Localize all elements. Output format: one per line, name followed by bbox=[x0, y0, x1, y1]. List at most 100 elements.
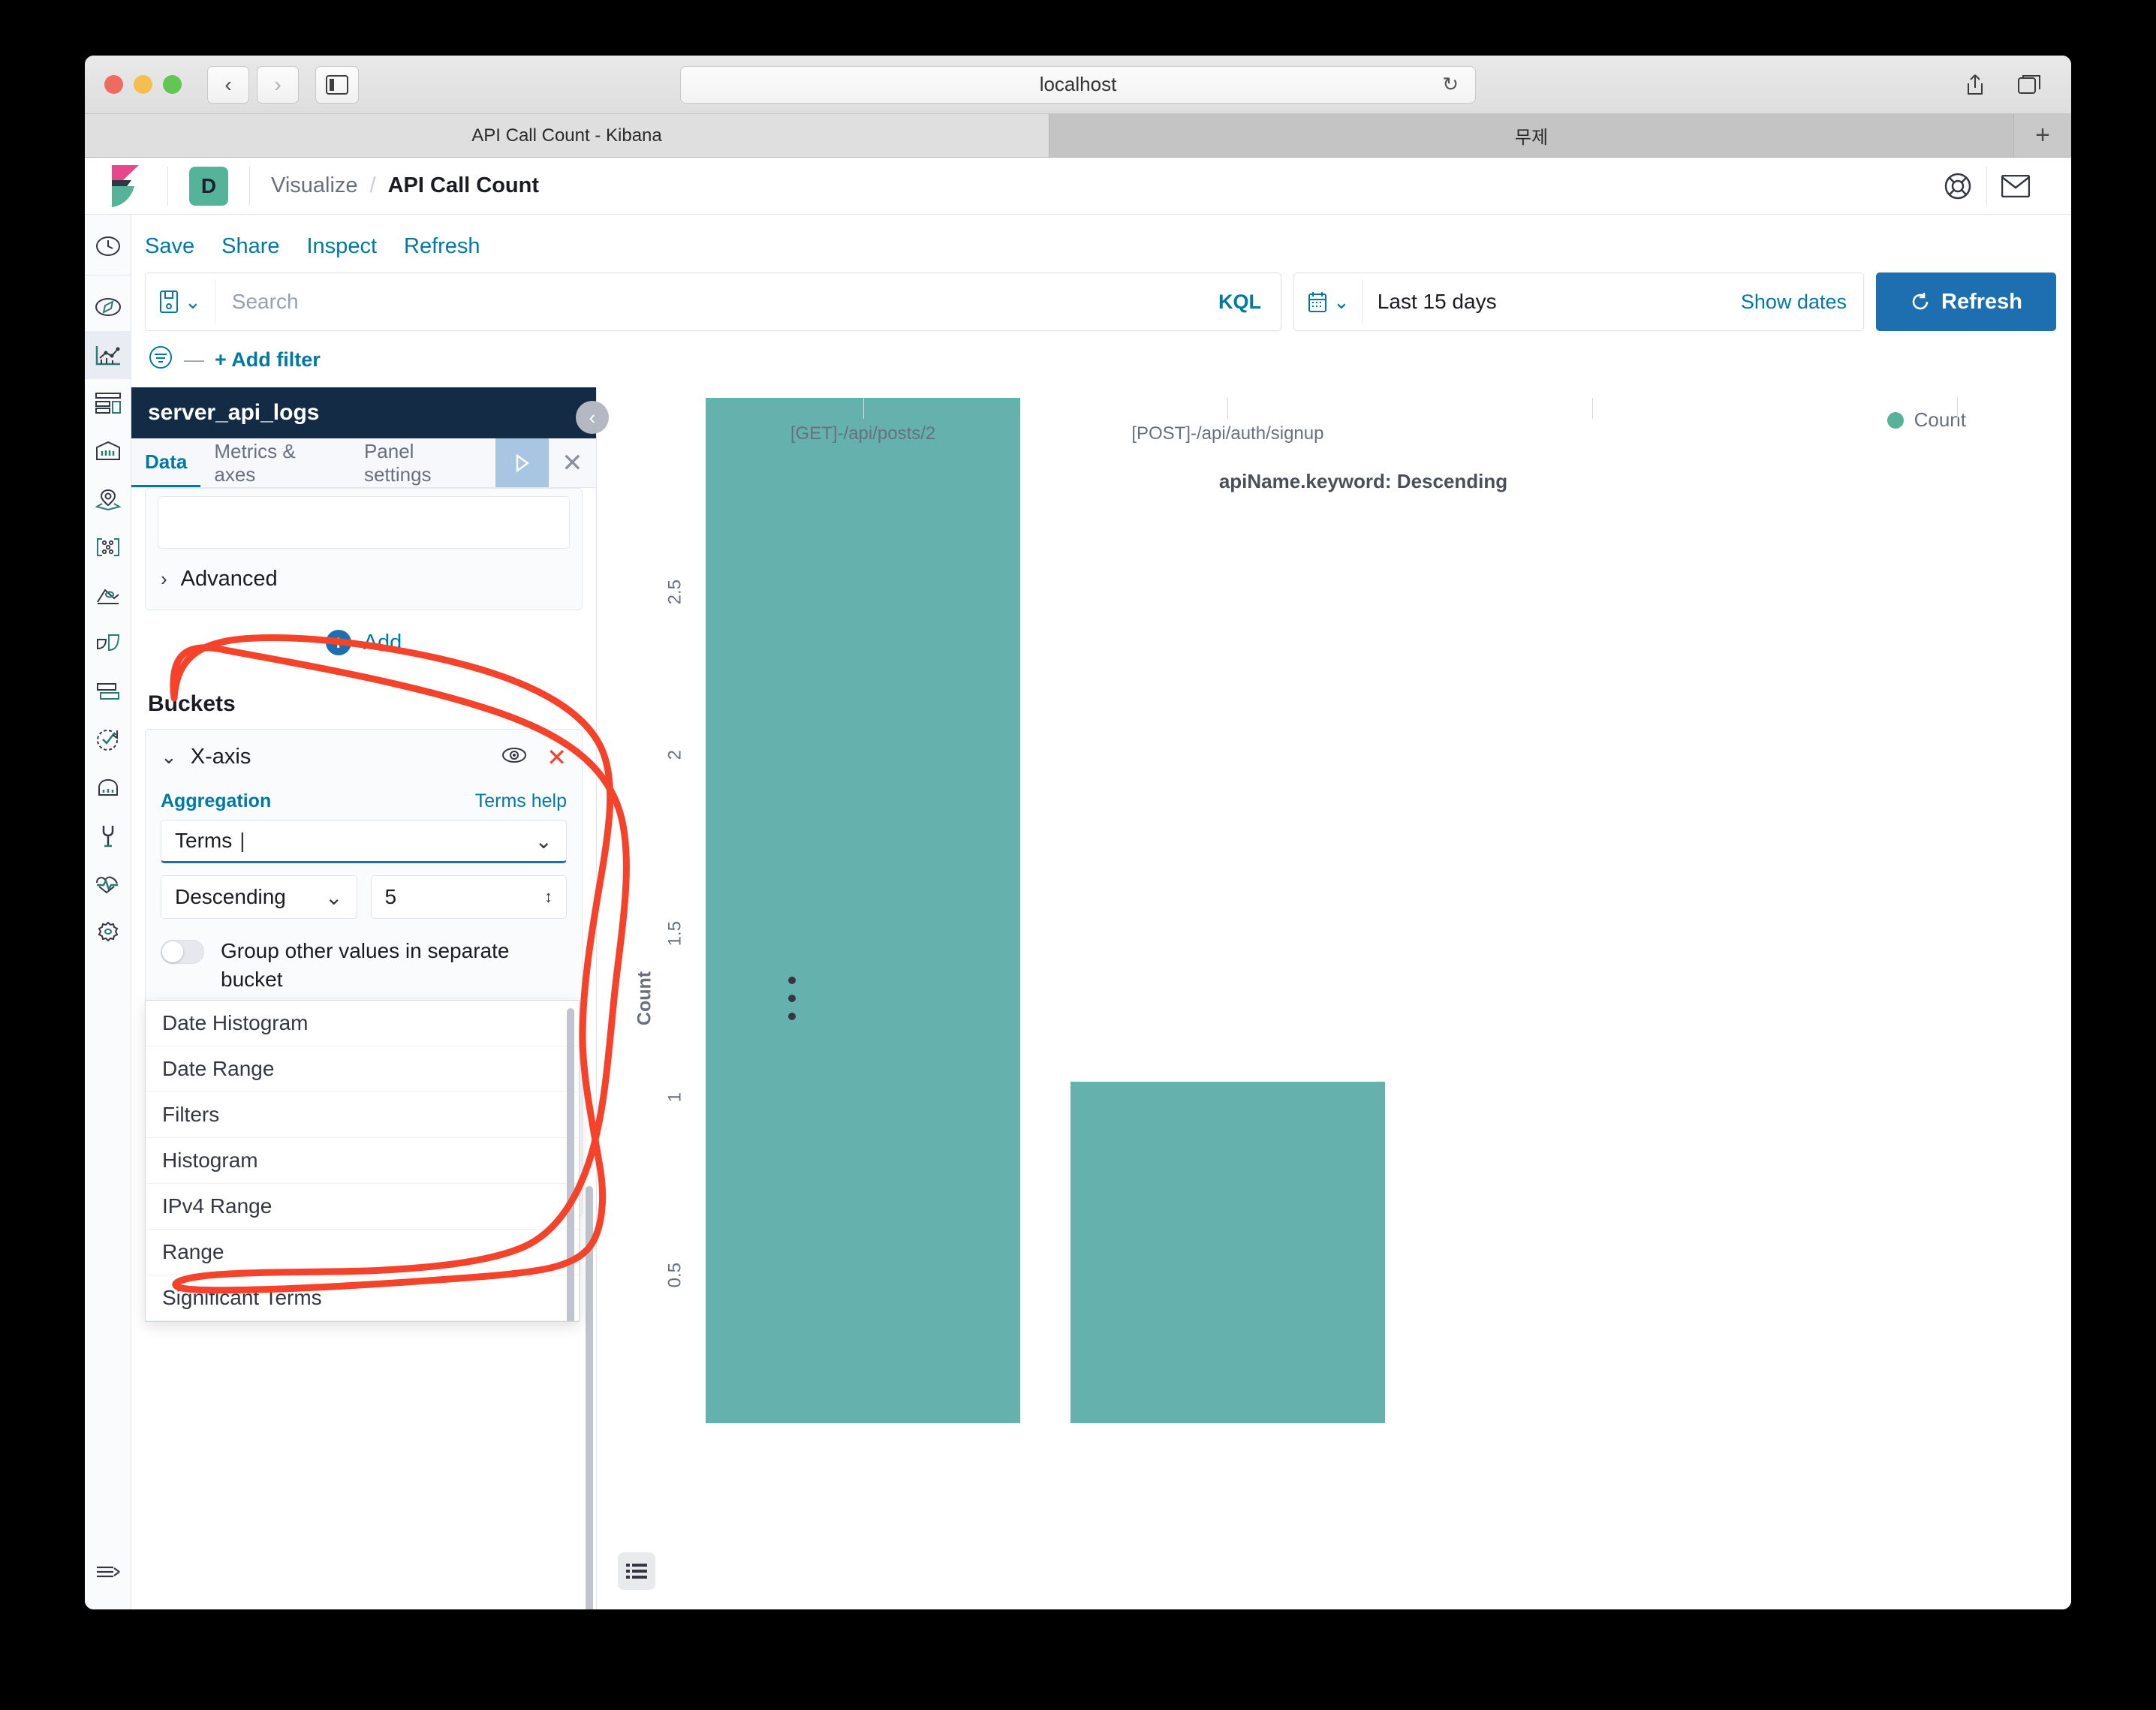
refresh-button[interactable]: Refresh bbox=[1876, 272, 2056, 331]
sidebar-item-dev-tools[interactable] bbox=[85, 811, 131, 860]
filter-icon[interactable] bbox=[148, 345, 173, 375]
minimize-window-button[interactable] bbox=[134, 75, 152, 94]
agg-option-significant-terms[interactable]: Significant Terms bbox=[146, 1275, 579, 1321]
eye-icon[interactable] bbox=[501, 746, 527, 768]
show-tabs-icon[interactable] bbox=[2008, 66, 2050, 104]
order-select[interactable]: Descending ⌄ bbox=[161, 875, 357, 919]
bar-0[interactable] bbox=[706, 398, 1020, 1423]
apply-changes-play-icon[interactable] bbox=[495, 438, 549, 487]
nav-buttons[interactable]: ‹ › bbox=[207, 66, 299, 104]
new-tab-button[interactable]: + bbox=[2014, 114, 2071, 157]
chevron-down-icon[interactable]: ⌄ bbox=[161, 745, 177, 769]
back-arrow-icon[interactable]: ‹ bbox=[207, 66, 249, 104]
agg-option-date-range[interactable]: Date Range bbox=[146, 1046, 579, 1092]
editor-scrollbar[interactable] bbox=[586, 1186, 593, 1609]
life-ring-help-icon[interactable] bbox=[1929, 173, 1986, 200]
aggregation-options-dropdown[interactable]: Date Histogram Date Range Filters Histog… bbox=[145, 1000, 580, 1322]
sidebar-item-recently-viewed[interactable] bbox=[85, 222, 131, 270]
kibana-logo[interactable] bbox=[85, 165, 167, 207]
sidebar-item-discover[interactable] bbox=[85, 283, 131, 331]
terms-help-link[interactable]: Terms help bbox=[475, 790, 567, 812]
metrics-add-button[interactable]: + Add bbox=[145, 610, 583, 675]
sidebar-item-uptime[interactable] bbox=[85, 715, 131, 763]
sidebar-item-infrastructure[interactable] bbox=[85, 571, 131, 619]
sidebar-item-management[interactable] bbox=[85, 908, 131, 956]
dropdown-scrollbar[interactable] bbox=[567, 1008, 574, 1322]
show-dates-button[interactable]: Show dates bbox=[1724, 291, 1863, 314]
group-other-values-toggle[interactable] bbox=[161, 940, 204, 964]
refresh-nav-button[interactable]: Refresh bbox=[404, 234, 480, 259]
browser-tab-strip: API Call Count - Kibana 무제 + bbox=[85, 114, 2071, 158]
tab-metrics-axes[interactable]: Metrics & axes bbox=[200, 438, 351, 487]
visualize-main: server_api_logs Data Metrics & axes Pane… bbox=[131, 387, 2071, 1609]
drag-handle-icon[interactable] bbox=[788, 977, 796, 1020]
collapse-panel-icon[interactable]: ‹ bbox=[576, 401, 609, 434]
sidebar-toggle-icon[interactable] bbox=[315, 66, 359, 104]
search-box[interactable]: ⌄ Search KQL bbox=[145, 272, 1281, 331]
chart-plot-area: Count 0.5 1 bbox=[597, 387, 2041, 1609]
agg-option-ipv4-range[interactable]: IPv4 Range bbox=[146, 1184, 579, 1230]
agg-option-filters[interactable]: Filters bbox=[146, 1092, 579, 1138]
share-icon[interactable] bbox=[1954, 66, 1996, 104]
tab-panel-settings[interactable]: Panel settings bbox=[351, 438, 495, 487]
agg-option-histogram[interactable]: Histogram bbox=[146, 1138, 579, 1184]
browser-tab-1[interactable]: 무제 bbox=[1049, 114, 2014, 157]
visualize-top-nav: Save Share Inspect Refresh bbox=[131, 215, 2071, 272]
inspect-button[interactable]: Inspect bbox=[307, 234, 378, 259]
sidebar-item-apm[interactable] bbox=[85, 667, 131, 715]
time-range-value[interactable]: Last 15 days bbox=[1363, 290, 1724, 314]
stepper-icon[interactable]: ↕ bbox=[544, 887, 553, 907]
browser-window: ‹ › localhost ↻ API Call Count - Kibana … bbox=[85, 56, 2071, 1609]
calendar-icon[interactable]: ⌄ bbox=[1294, 291, 1362, 314]
breadcrumb-separator: / bbox=[370, 173, 376, 198]
query-language-button[interactable]: KQL bbox=[1199, 291, 1281, 314]
close-icon[interactable]: ✕ bbox=[549, 438, 596, 487]
window-controls[interactable] bbox=[104, 75, 182, 94]
sidebar-item-visualize[interactable] bbox=[85, 331, 131, 379]
remove-x-icon[interactable]: ✕ bbox=[547, 745, 567, 769]
maximize-window-button[interactable] bbox=[163, 75, 182, 94]
mail-icon[interactable] bbox=[1987, 175, 2044, 197]
agg-option-date-histogram[interactable]: Date Histogram bbox=[146, 1001, 579, 1046]
aggregation-select[interactable]: Terms | ⌄ bbox=[161, 820, 567, 863]
refresh-icon bbox=[1910, 291, 1931, 312]
url-text: localhost bbox=[1040, 73, 1117, 96]
agg-option-range[interactable]: Range bbox=[146, 1230, 579, 1275]
group-other-values-row[interactable]: Group other values in separate bucket bbox=[146, 925, 582, 1006]
chevron-down-icon: ⌄ bbox=[1333, 291, 1350, 314]
save-button[interactable]: Save bbox=[145, 234, 194, 259]
sidebar-item-monitoring[interactable] bbox=[85, 860, 131, 908]
y-tick-1-label: 1 bbox=[664, 1092, 685, 1102]
size-input[interactable]: 5 ↕ bbox=[371, 875, 568, 919]
header-divider bbox=[167, 167, 168, 206]
sidebar-item-siem[interactable] bbox=[85, 763, 131, 811]
plus-icon: + bbox=[326, 630, 351, 655]
share-button[interactable]: Share bbox=[221, 234, 279, 259]
sidebar-item-canvas[interactable] bbox=[85, 427, 131, 475]
breadcrumb-visualize[interactable]: Visualize bbox=[271, 173, 358, 198]
metrics-advanced-toggle[interactable]: › Advanced bbox=[146, 549, 582, 610]
date-picker[interactable]: ⌄ Last 15 days Show dates bbox=[1293, 272, 1864, 331]
sidebar-item-machine-learning[interactable] bbox=[85, 523, 131, 571]
search-input[interactable]: Search bbox=[215, 290, 1199, 314]
sidebar-item-maps[interactable] bbox=[85, 475, 131, 523]
y-axis-title: Count bbox=[634, 971, 656, 1025]
browser-tab-0[interactable]: API Call Count - Kibana bbox=[85, 114, 1049, 157]
reload-icon[interactable]: ↻ bbox=[1442, 73, 1459, 96]
tab-data[interactable]: Data bbox=[131, 438, 200, 487]
add-filter-button[interactable]: + Add filter bbox=[215, 348, 321, 372]
collapse-menu-icon[interactable] bbox=[85, 1548, 131, 1596]
sidebar-item-logs[interactable] bbox=[85, 619, 131, 667]
chevron-down-icon: ⌄ bbox=[535, 829, 553, 853]
address-bar[interactable]: localhost ↻ bbox=[680, 66, 1476, 104]
forward-arrow-icon[interactable]: › bbox=[257, 66, 299, 104]
legend-list-icon[interactable] bbox=[618, 1552, 655, 1590]
close-window-button[interactable] bbox=[104, 75, 123, 94]
size-input-value: 5 bbox=[385, 885, 397, 909]
metric-field-input[interactable] bbox=[158, 496, 570, 549]
saved-query-icon[interactable]: ⌄ bbox=[146, 290, 215, 314]
sidebar-item-dashboard[interactable] bbox=[85, 379, 131, 427]
bucket-header[interactable]: ⌄ X-axis ✕ bbox=[146, 730, 582, 777]
space-avatar[interactable]: D bbox=[189, 167, 228, 206]
bar-1[interactable] bbox=[1070, 1082, 1385, 1423]
